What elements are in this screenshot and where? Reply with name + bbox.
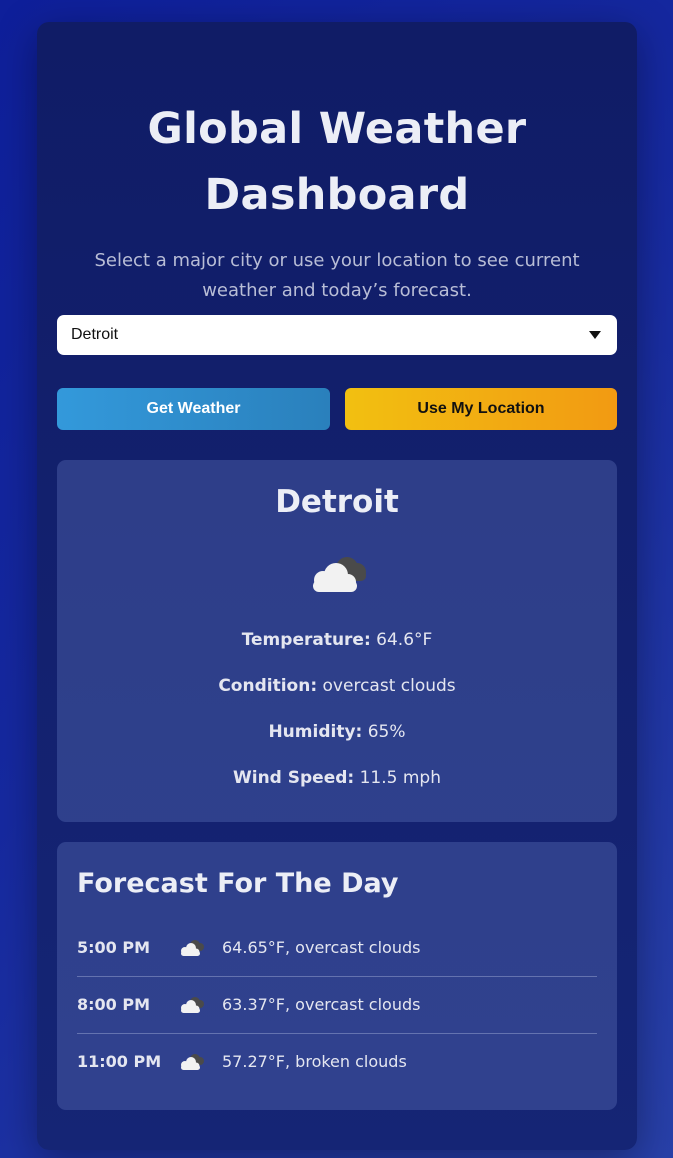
page-title: Global Weather Dashboard bbox=[37, 96, 637, 228]
temperature-row: Temperature: 64.6°F bbox=[57, 628, 617, 652]
forecast-row: 8:00 PM 63.37°F, overcast clouds bbox=[77, 976, 597, 1034]
dropdown-arrow-icon bbox=[589, 331, 601, 339]
current-weather-panel: Detroit Temperature: 64.6°F Condition: o… bbox=[57, 460, 617, 822]
wind-speed-row: Wind Speed: 11.5 mph bbox=[57, 766, 617, 790]
condition-value: overcast clouds bbox=[322, 676, 456, 696]
forecast-text: 63.37°F, overcast clouds bbox=[222, 995, 421, 1014]
wind-speed-value: 11.5 mph bbox=[359, 768, 441, 788]
overcast-cloud-icon bbox=[181, 939, 204, 956]
subtitle-line-1: Select a major city or use your location… bbox=[94, 250, 580, 271]
dashboard-card: Global Weather Dashboard Select a major … bbox=[37, 22, 637, 1150]
temperature-label: Temperature: bbox=[241, 630, 371, 650]
wind-speed-label: Wind Speed: bbox=[232, 768, 355, 788]
forecast-title: Forecast For The Day bbox=[77, 868, 399, 899]
forecast-text: 57.27°F, broken clouds bbox=[222, 1052, 407, 1071]
condition-label: Condition: bbox=[218, 676, 318, 696]
forecast-time: 11:00 PM bbox=[77, 1052, 162, 1071]
forecast-row: 11:00 PM 57.27°F, broken clouds bbox=[77, 1033, 597, 1090]
city-name: Detroit bbox=[275, 484, 399, 520]
forecast-row: 5:00 PM 64.65°F, overcast clouds bbox=[77, 919, 597, 977]
humidity-value: 65% bbox=[367, 722, 406, 742]
city-select[interactable]: Detroit bbox=[57, 315, 617, 355]
title-line-2: Dashboard bbox=[204, 170, 470, 220]
subtitle-line-2: weather and today’s forecast. bbox=[202, 280, 472, 301]
overcast-cloud-icon bbox=[181, 996, 204, 1013]
forecast-time: 8:00 PM bbox=[77, 995, 151, 1014]
title-line-1: Global Weather bbox=[147, 104, 527, 154]
forecast-time: 5:00 PM bbox=[77, 938, 151, 957]
humidity-row: Humidity: 65% bbox=[57, 720, 617, 744]
forecast-panel: Forecast For The Day 5:00 PM 64.65°F, ov… bbox=[57, 842, 617, 1110]
temperature-value: 64.6°F bbox=[376, 630, 433, 650]
overcast-cloud-icon bbox=[313, 557, 366, 592]
broken-cloud-icon bbox=[181, 1053, 204, 1070]
use-my-location-button[interactable]: Use My Location bbox=[345, 388, 617, 430]
city-select-value: Detroit bbox=[71, 326, 119, 343]
get-weather-button[interactable]: Get Weather bbox=[57, 388, 330, 430]
humidity-label: Humidity: bbox=[268, 722, 363, 742]
forecast-text: 64.65°F, overcast clouds bbox=[222, 938, 421, 957]
condition-row: Condition: overcast clouds bbox=[57, 674, 617, 698]
page-subtitle: Select a major city or use your location… bbox=[77, 246, 597, 306]
